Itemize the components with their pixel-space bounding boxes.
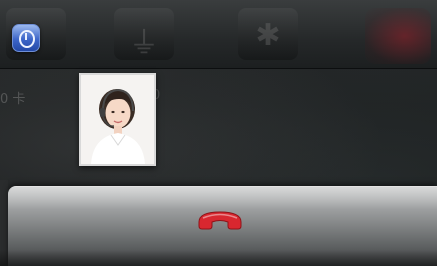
top-tile-bluetooth[interactable]: ✱ [238,8,298,60]
in-call-screen: ⏚ ✱ 0 卡 0 [0,0,437,266]
top-tile-usb[interactable]: ⏚ [114,8,174,61]
top-app-strip: ⏚ ✱ [0,0,437,69]
clock-icon [19,30,35,48]
avatar [81,75,154,164]
end-call-button[interactable] [193,206,247,234]
contact-photo [79,73,156,166]
background-label-left: 0 卡 [0,92,26,107]
bluetooth-icon: ✱ [255,18,281,53]
clock-button[interactable] [12,24,40,52]
usb-icon: ⏚ [129,26,159,61]
end-call-icon [198,211,242,230]
top-tile-phone[interactable] [365,8,431,64]
